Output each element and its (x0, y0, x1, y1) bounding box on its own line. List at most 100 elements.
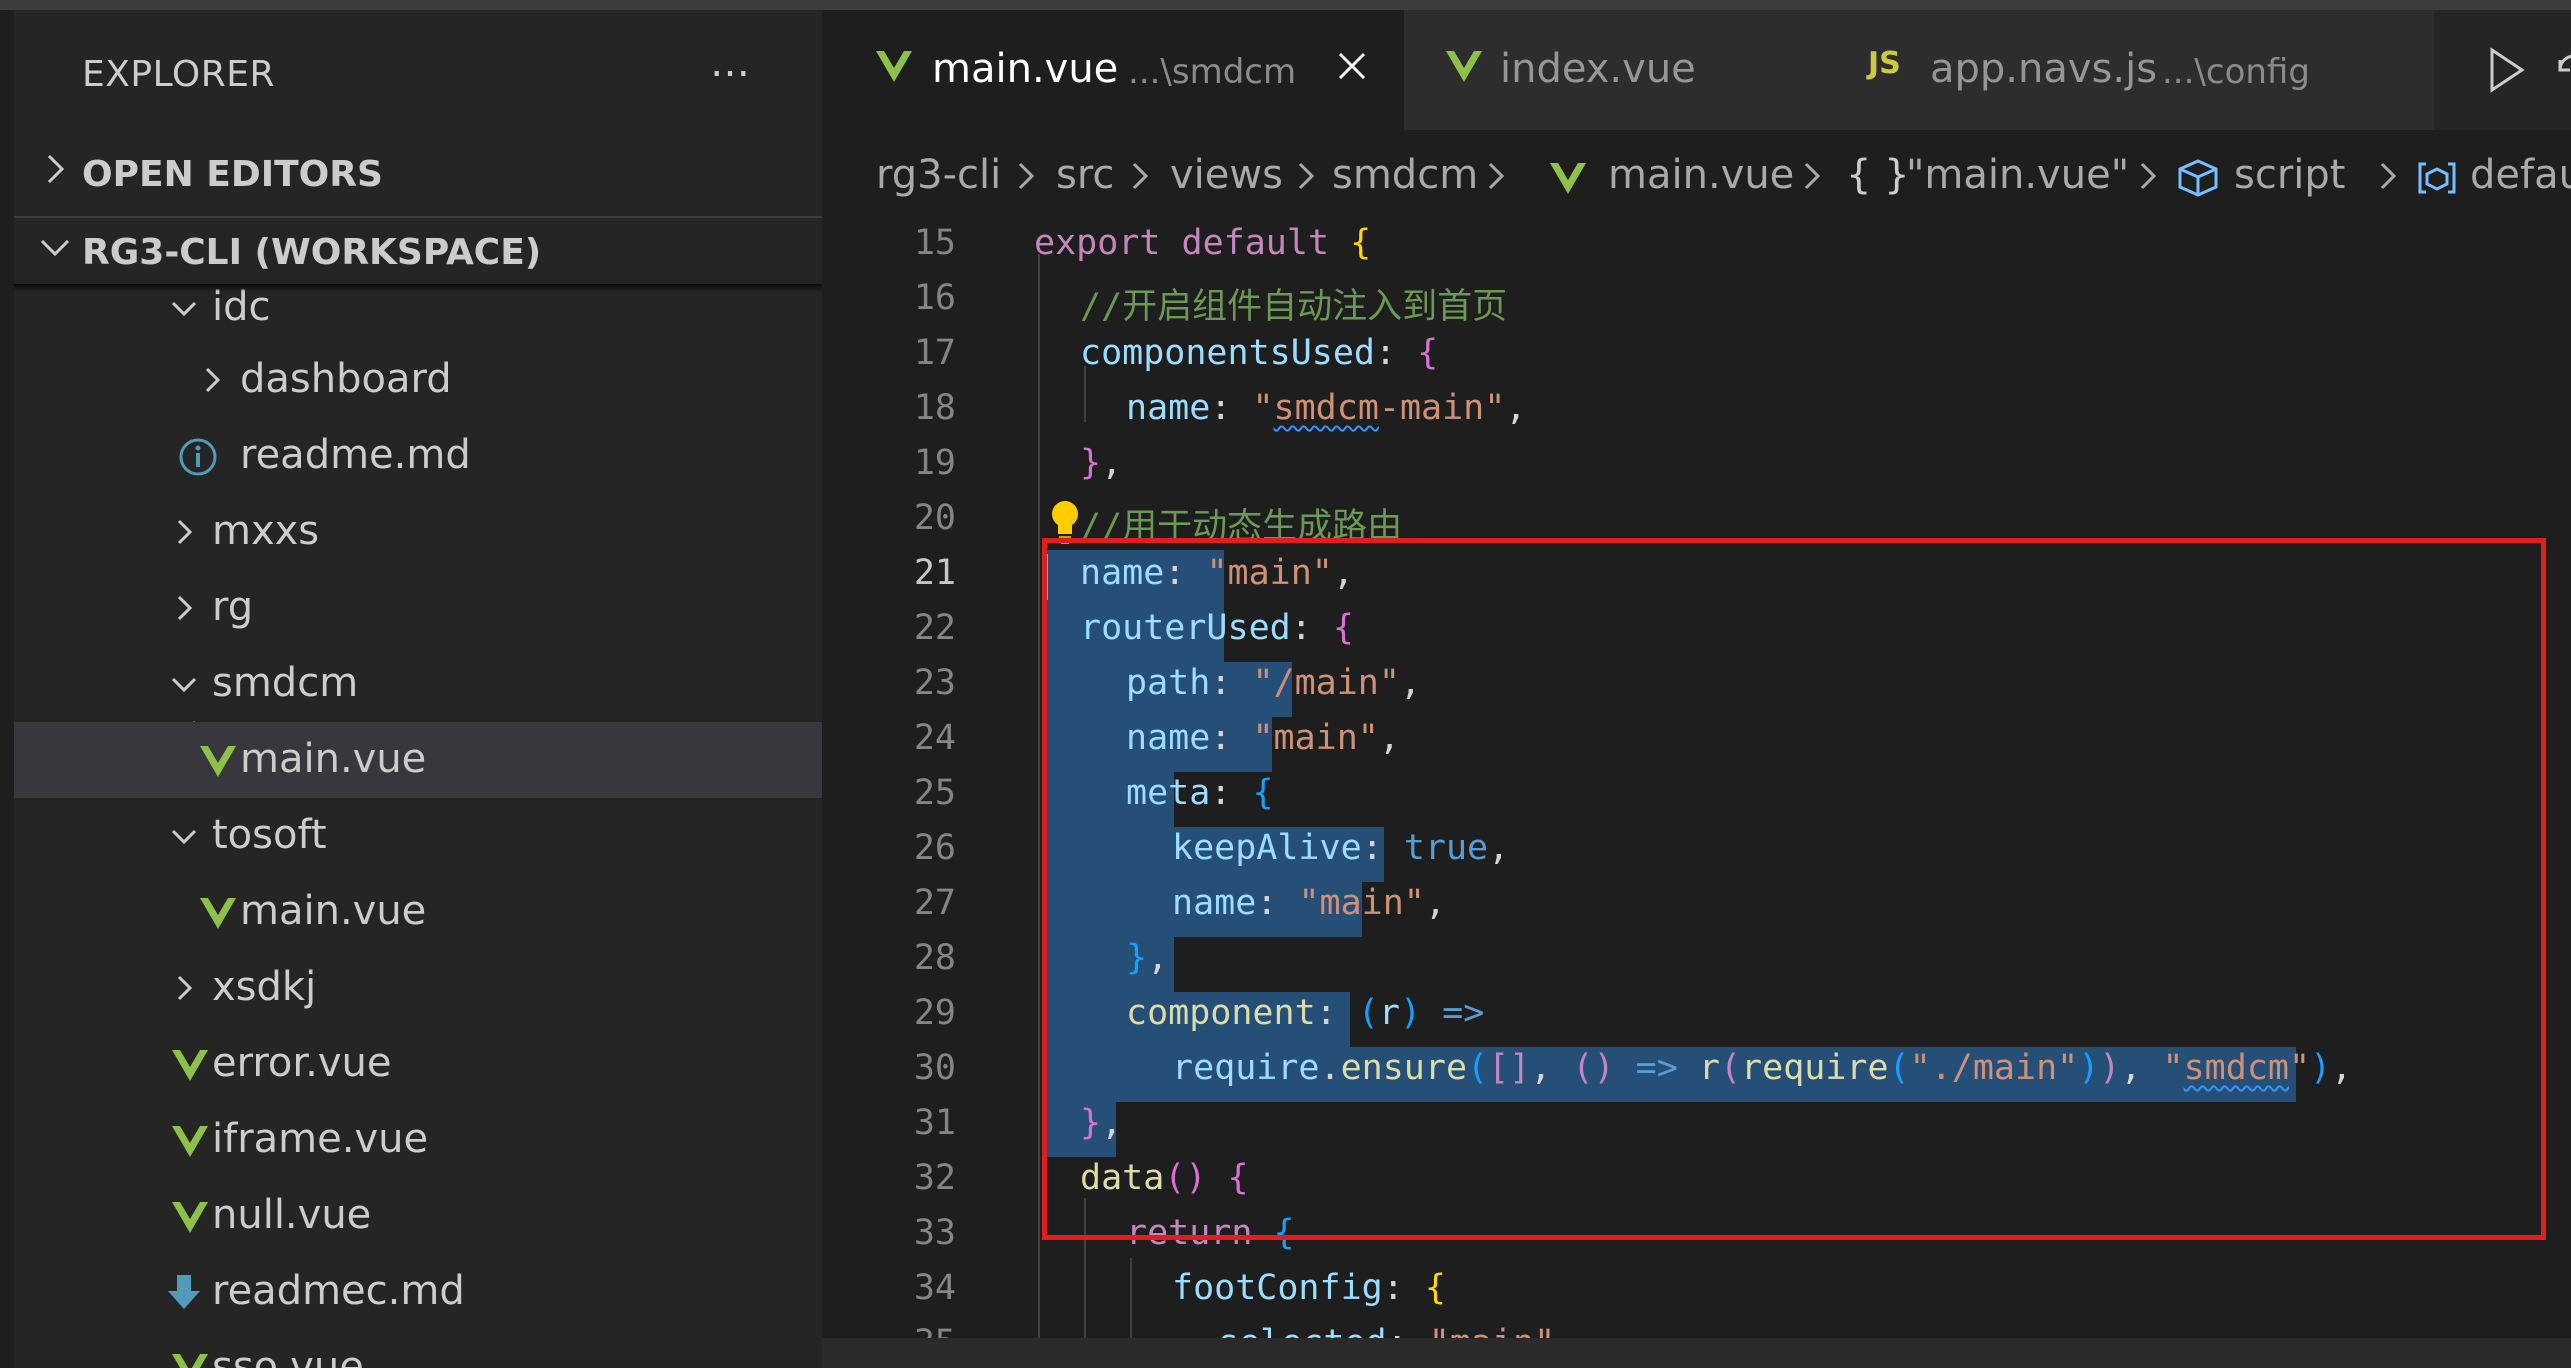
code-line-33: return { (1126, 1213, 1295, 1253)
close-icon[interactable] (1334, 48, 1370, 84)
chevron-right-icon (1488, 162, 1505, 190)
line-number-current: 21 (913, 553, 956, 593)
tab-description: ...\config (2162, 52, 2310, 92)
symbol-field-icon (2418, 162, 2456, 194)
code-line-29: component: (r) => (1126, 993, 1485, 1033)
tree-item-label: sso.vue (212, 1344, 364, 1368)
indent-guide (1038, 254, 1040, 1348)
tree-item-label: readmec.md (212, 1268, 465, 1314)
line-number: 16 (913, 278, 956, 318)
revert-icon[interactable] (2556, 46, 2571, 94)
code-line-18: name: "smdcm-main", (1126, 388, 1527, 428)
breadcrumb-item[interactable]: rg3-cli (876, 152, 1001, 198)
chevron-right-icon (1298, 162, 1315, 190)
breadcrumb-item[interactable]: "main.vue" (1906, 152, 2129, 198)
chevron-right-icon (177, 595, 193, 621)
more-actions-icon[interactable]: … (710, 40, 754, 86)
code-line-24: name: "main", (1126, 718, 1400, 758)
code-line-32: data() { (1080, 1158, 1249, 1198)
tab-description: ...\smdcm (1128, 52, 1297, 92)
code-line-23: path: "/main", (1126, 663, 1422, 703)
breadcrumb-item[interactable]: main.vue (1608, 152, 1794, 198)
tree-file-sso-vue[interactable]: sso.vue (14, 1330, 822, 1368)
tree-file-error-vue[interactable]: error.vue (14, 1026, 822, 1102)
vue-icon (200, 746, 236, 777)
tree-item-label: smdcm (212, 660, 359, 706)
code-line-27: name: "main", (1172, 883, 1446, 923)
tree-file-main-vue[interactable]: main.vue (14, 874, 822, 950)
vue-icon (172, 1126, 208, 1157)
line-number: 31 (913, 1103, 956, 1143)
breadcrumb-item[interactable]: src (1056, 152, 1114, 198)
run-icon[interactable] (2484, 46, 2528, 94)
line-number: 18 (913, 388, 956, 428)
code-line-20: //用于动态生成路由 (1080, 507, 1403, 547)
tree-item-label: null.vue (212, 1192, 372, 1238)
tab-bar: main.vue ...\smdcm index.vue JS app.navs… (822, 10, 2571, 130)
vue-icon (172, 1202, 208, 1233)
tree-item-label: rg (212, 584, 254, 630)
breadcrumb-item[interactable]: smdcm (1332, 152, 1478, 198)
line-number: 20 (913, 498, 956, 538)
tab-app-navs-js[interactable]: JS app.navs.js ...\config (1816, 10, 2436, 130)
tree-file-iframe-vue[interactable]: iframe.vue (14, 1102, 822, 1178)
tree-folder-idc[interactable]: idc (14, 270, 822, 346)
editor-actions (2444, 10, 2571, 130)
tree-item-label: dashboard (240, 356, 452, 402)
tree-file-null-vue[interactable]: null.vue (14, 1178, 822, 1254)
file-tree: idc dashboard readme.md mxxs rg smdcm ma… (14, 284, 822, 1368)
open-editors-section[interactable]: OPEN EDITORS (14, 140, 822, 206)
line-number: 23 (913, 663, 956, 703)
code-line-15: export default { (1034, 223, 1372, 263)
breadcrumb-item[interactable]: views (1170, 152, 1283, 198)
tree-folder-xsdkj[interactable]: xsdkj (14, 950, 822, 1026)
breadcrumb-item[interactable]: script (2234, 152, 2345, 198)
tab-main-vue[interactable]: main.vue ...\smdcm (822, 10, 1406, 130)
vue-icon (172, 1354, 208, 1368)
chevron-down-icon (171, 301, 197, 317)
line-number: 33 (913, 1213, 956, 1253)
chevron-right-icon (177, 519, 193, 545)
line-number: 19 (913, 443, 956, 483)
tab-index-vue[interactable]: index.vue (1404, 10, 1818, 130)
horizontal-scrollbar[interactable] (822, 1338, 2571, 1368)
tree-scroll-shadow (14, 284, 822, 292)
line-number: 29 (913, 993, 956, 1033)
lightbulb-icon[interactable] (1048, 498, 1082, 546)
tab-label: index.vue (1500, 46, 1696, 92)
tab-label: app.navs.js (1930, 46, 2158, 92)
code-line-31: }, (1080, 1103, 1123, 1143)
tree-folder-rg[interactable]: rg (14, 570, 822, 646)
download-arrow-icon (168, 1275, 200, 1309)
tree-item-label: iframe.vue (212, 1116, 429, 1162)
chevron-down-icon (40, 239, 70, 257)
line-number: 30 (913, 1048, 956, 1088)
tree-file-main-vue-active[interactable]: main.vue (14, 722, 822, 798)
chevron-right-icon (177, 975, 193, 1001)
text-cursor (1044, 554, 1048, 600)
indent-guide (1084, 366, 1086, 422)
code-line-17: componentsUsed: { (1080, 333, 1439, 373)
code-line-25: meta: { (1126, 773, 1274, 813)
code-line-21: name: "main", (1080, 553, 1354, 593)
vue-icon (1550, 163, 1586, 194)
line-number: 22 (913, 608, 956, 648)
breadcrumb: rg3-cli src views smdcm main.vue { } "ma… (822, 130, 2571, 218)
open-editors-label: OPEN EDITORS (82, 154, 383, 195)
code-editor[interactable]: 15 16 17 18 19 20 21 22 23 24 25 26 27 2… (822, 218, 2571, 1348)
chevron-down-icon (171, 829, 197, 845)
info-icon (179, 438, 217, 476)
breadcrumb-item[interactable]: defau (2470, 152, 2571, 198)
tree-item-label: main.vue (240, 736, 427, 782)
indent-guide (1084, 1198, 1086, 1348)
tree-folder-tosoft[interactable]: tosoft (14, 798, 822, 874)
tree-file-readme-md[interactable]: readme.md (14, 418, 822, 494)
chevron-right-icon (1804, 162, 1821, 190)
tree-item-label: xsdkj (212, 964, 317, 1010)
tree-folder-mxxs[interactable]: mxxs (14, 494, 822, 570)
tree-folder-smdcm[interactable]: smdcm (14, 646, 822, 722)
chevron-right-icon (1018, 162, 1035, 190)
tree-folder-dashboard[interactable]: dashboard (14, 342, 822, 418)
code-line-22: routerUsed: { (1080, 608, 1354, 648)
tree-file-readmec-md[interactable]: readmec.md (14, 1254, 822, 1330)
